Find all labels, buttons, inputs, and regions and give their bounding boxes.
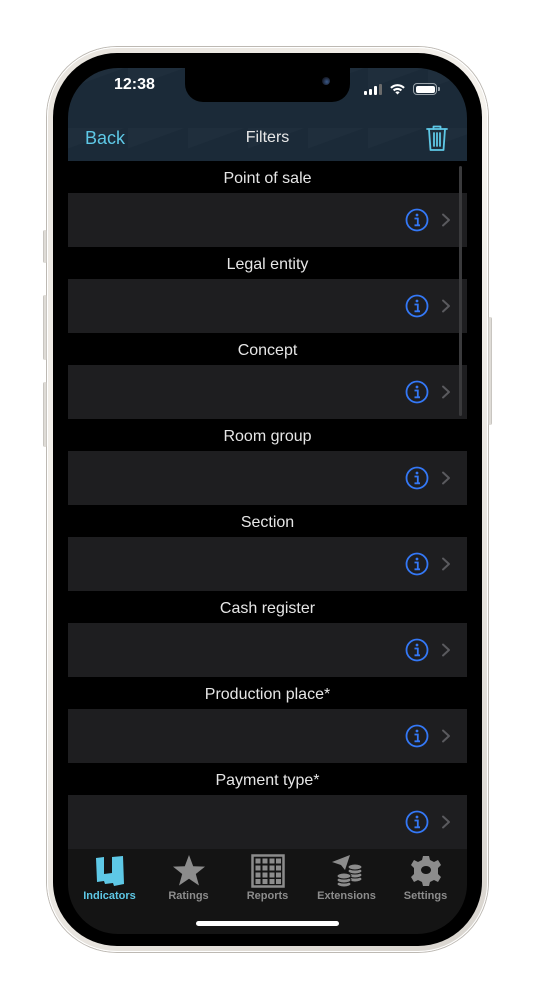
info-icon[interactable] xyxy=(405,208,429,232)
gear-icon xyxy=(410,856,441,886)
page-title: Filters xyxy=(245,129,290,146)
grid-icon xyxy=(250,854,285,888)
filter-group: Room group xyxy=(68,419,467,505)
chevron-right-icon xyxy=(442,213,450,227)
star-icon xyxy=(172,855,205,886)
filter-section-label: Room group xyxy=(223,428,312,445)
filter-group: Production place* xyxy=(68,677,467,763)
tab-label: Reports xyxy=(246,890,289,902)
chevron-right-icon xyxy=(442,729,450,743)
scrollbar[interactable] xyxy=(459,166,462,416)
extensions-icon xyxy=(331,855,362,888)
filter-row[interactable] xyxy=(68,709,467,763)
info-icon[interactable] xyxy=(405,552,429,576)
filter-section-label: Cash register xyxy=(219,600,316,617)
navigation-header: 12:38 Back Filters xyxy=(68,68,467,161)
filter-row[interactable] xyxy=(68,537,467,591)
tab-indicators[interactable]: Indicators xyxy=(70,849,149,934)
silent-switch xyxy=(43,230,47,263)
filter-section-label: Concept xyxy=(237,342,298,359)
chevron-right-icon xyxy=(442,643,450,657)
filters-list: Point of sale Legal entity Concept Room … xyxy=(68,161,467,849)
filter-row[interactable] xyxy=(68,193,467,247)
filter-row[interactable] xyxy=(68,365,467,419)
info-icon[interactable] xyxy=(405,724,429,748)
volume-down-button xyxy=(43,382,47,447)
filter-row[interactable] xyxy=(68,623,467,677)
info-icon[interactable] xyxy=(405,810,429,834)
filter-group: Point of sale xyxy=(68,161,467,247)
filter-group: Cash register xyxy=(68,591,467,677)
filter-section-label: Payment type* xyxy=(215,772,320,789)
cellular-signal-icon xyxy=(364,83,382,95)
home-indicator[interactable] xyxy=(196,921,339,926)
chevron-right-icon xyxy=(442,385,450,399)
battery-icon xyxy=(413,83,440,95)
filter-group: Concept xyxy=(68,333,467,419)
filter-section-label: Production place* xyxy=(204,686,331,703)
info-icon[interactable] xyxy=(405,638,429,662)
wifi-icon xyxy=(390,84,405,95)
power-button xyxy=(488,317,492,425)
tab-settings[interactable]: Settings xyxy=(386,849,465,934)
filter-row[interactable] xyxy=(68,279,467,333)
volume-up-button xyxy=(43,295,47,360)
info-icon[interactable] xyxy=(405,294,429,318)
tab-label: Indicators xyxy=(83,890,136,902)
tab-label: Extensions xyxy=(317,890,376,902)
dynamic-notch xyxy=(185,68,350,102)
info-icon[interactable] xyxy=(405,466,429,490)
tab-label: Settings xyxy=(403,890,448,902)
tab-label: Ratings xyxy=(168,890,209,902)
filter-section-label: Point of sale xyxy=(223,170,312,187)
indicators-icon xyxy=(95,856,124,886)
filter-group: Section xyxy=(68,505,467,591)
status-time: 12:38 xyxy=(114,76,155,93)
chevron-right-icon xyxy=(442,471,450,485)
filter-section-label: Section xyxy=(240,514,295,531)
filter-group: Payment type* xyxy=(68,763,467,849)
tab-bar: Indicators Ratings Reports Extensions Se… xyxy=(68,849,467,934)
chevron-right-icon xyxy=(442,557,450,571)
filter-row[interactable] xyxy=(68,451,467,505)
chevron-right-icon xyxy=(442,299,450,313)
trash-icon[interactable] xyxy=(425,124,449,152)
filter-group: Legal entity xyxy=(68,247,467,333)
chevron-right-icon xyxy=(442,815,450,829)
filter-row[interactable] xyxy=(68,795,467,849)
camera-icon xyxy=(322,77,330,85)
filter-section-label: Legal entity xyxy=(226,256,309,273)
status-icons xyxy=(364,83,440,95)
info-icon[interactable] xyxy=(405,380,429,404)
screen: 12:38 Back Filters Point of sale Legal e… xyxy=(68,68,467,934)
